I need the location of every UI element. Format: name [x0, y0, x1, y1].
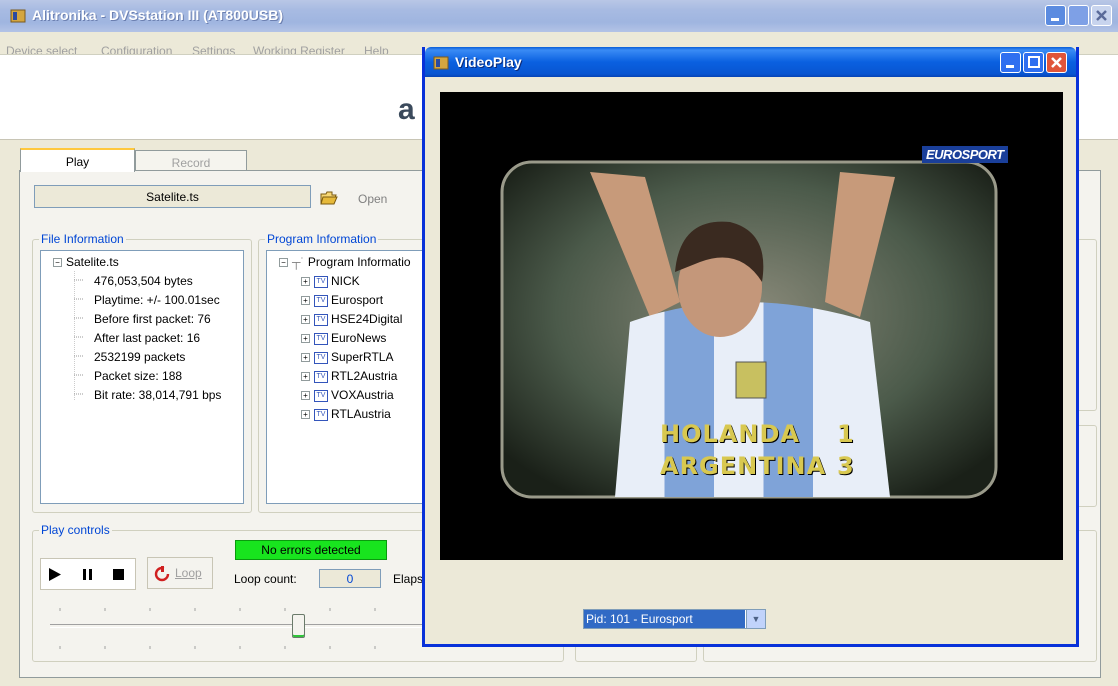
tv-icon: TV [314, 370, 328, 383]
videoplay-title: VideoPlay [455, 54, 522, 70]
program-item-nick[interactable]: + TV NICK [301, 274, 360, 288]
app-icon [10, 8, 26, 24]
file-info-item: After last packet: 16 [94, 331, 201, 345]
file-info-item: 476,053,504 bytes [94, 274, 193, 288]
maximize-button[interactable] [1068, 5, 1089, 26]
score-value-1: 1 [837, 420, 854, 448]
program-information-tree[interactable]: − ┬˙ Program Informatio + TV NICK + TV Eurosp… [266, 250, 430, 504]
expand-icon[interactable]: + [301, 353, 310, 363]
main-title-bar[interactable]: Alitronika - DVSstation III (AT800USB) [0, 0, 1118, 32]
minimize-button[interactable] [1000, 52, 1021, 73]
file-info-item: Bit rate: 38,014,791 bps [94, 388, 222, 402]
score-value-2: 3 [837, 452, 854, 480]
program-tree-root[interactable]: − ┬˙ Program Informatio [279, 255, 411, 269]
loop-count-field[interactable]: 0 [319, 569, 381, 588]
program-item-hse24digital[interactable]: + TV HSE24Digital [301, 312, 402, 326]
tv-icon: TV [314, 332, 328, 345]
elapsed-label: Elaps [393, 572, 424, 586]
tv-icon: TV [314, 389, 328, 402]
open-button[interactable]: Open [358, 192, 387, 206]
file-info-item: Playtime: +/- 100.01sec [94, 293, 220, 307]
tv-icon: TV [314, 294, 328, 307]
loop-button[interactable]: Loop [147, 557, 213, 589]
pause-icon[interactable] [83, 569, 93, 580]
expand-icon[interactable]: + [301, 277, 310, 287]
program-item-rtlaustria[interactable]: + TV RTLAustria [301, 407, 391, 421]
play-controls-title: Play controls [39, 523, 112, 537]
score-team-2: ARGENTINA [660, 452, 827, 480]
status-badge: No errors detected [235, 540, 387, 560]
expand-icon[interactable]: + [301, 372, 310, 382]
tab-play[interactable]: Play [20, 148, 135, 172]
file-information-title: File Information [39, 232, 126, 246]
close-button[interactable] [1091, 5, 1112, 26]
loop-count-label: Loop count: [234, 572, 297, 586]
close-button[interactable] [1046, 52, 1067, 73]
maximize-button[interactable] [1023, 52, 1044, 73]
score-team-1: HOLANDA [660, 420, 800, 448]
expand-icon[interactable]: + [301, 334, 310, 344]
open-folder-icon[interactable] [320, 191, 338, 205]
file-information-tree[interactable]: − Satelite.ts 476,053,504 bytes Playtime:… [40, 250, 244, 504]
logo: a [398, 93, 415, 126]
transport-controls [40, 558, 136, 590]
tv-icon: TV [314, 275, 328, 288]
collapse-icon[interactable]: − [53, 258, 62, 268]
program-item-voxaustria[interactable]: + TV VOXAustria [301, 388, 394, 402]
file-info-item: Before first packet: 76 [94, 312, 211, 326]
collapse-icon[interactable]: − [279, 258, 288, 268]
slider-ticks [59, 608, 376, 649]
pid-select[interactable]: Pid: 101 - Eurosport ▼ [583, 609, 766, 629]
video-screen[interactable]: EUROSPORT HOLANDA 1 ARGENTINA 3 [440, 92, 1063, 560]
app-icon [433, 55, 449, 74]
tab-record[interactable]: Record [135, 150, 247, 172]
program-item-euronews[interactable]: + TV EuroNews [301, 331, 386, 345]
program-item-rtl2austria[interactable]: + TV RTL2Austria [301, 369, 397, 383]
expand-icon[interactable]: + [301, 296, 310, 306]
expand-icon[interactable]: + [301, 391, 310, 401]
loop-icon [154, 566, 170, 582]
stop-icon[interactable] [113, 569, 124, 580]
file-tree-root[interactable]: − Satelite.ts [53, 255, 119, 269]
tv-icon: TV [314, 351, 328, 364]
program-item-superrtla[interactable]: + TV SuperRTLA [301, 350, 393, 364]
play-icon[interactable] [49, 568, 61, 581]
videoplay-title-bar[interactable]: VideoPlay [425, 47, 1076, 77]
program-item-eurosport[interactable]: + TV Eurosport [301, 293, 383, 307]
main-window-title: Alitronika - DVSstation III (AT800USB) [32, 7, 283, 23]
tv-icon: TV [314, 313, 328, 326]
file-name-field[interactable]: Satelite.ts [34, 185, 311, 208]
program-information-title: Program Information [265, 232, 379, 246]
expand-icon[interactable]: + [301, 410, 310, 420]
expand-icon[interactable]: + [301, 315, 310, 325]
minimize-button[interactable] [1045, 5, 1066, 26]
pid-select-value: Pid: 101 - Eurosport [584, 610, 745, 628]
slider-thumb[interactable] [292, 614, 305, 638]
chevron-down-icon[interactable]: ▼ [746, 610, 765, 628]
videoplay-window: VideoPlay EUROSPORT HOLANDA 1 ARGENTINA … [422, 47, 1079, 647]
eurosport-logo: EUROSPORT [922, 146, 1008, 163]
tv-icon: TV [314, 408, 328, 421]
file-info-item: 2532199 packets [94, 350, 186, 364]
file-info-item: Packet size: 188 [94, 369, 183, 383]
